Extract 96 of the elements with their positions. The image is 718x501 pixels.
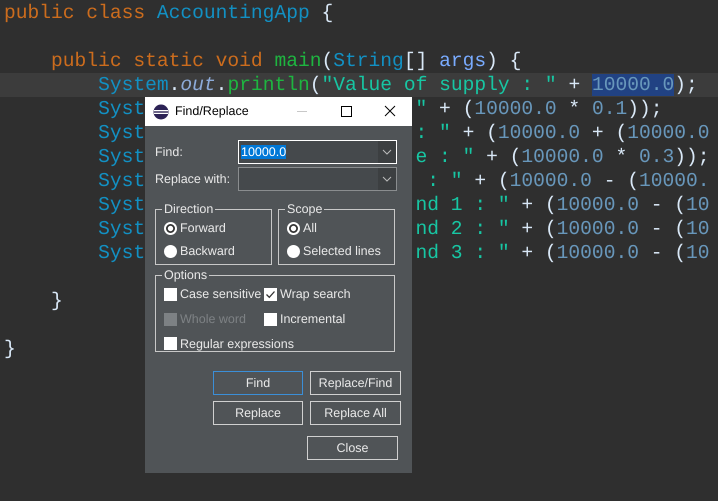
group-title: Scope (286, 203, 324, 216)
radio-button[interactable] (164, 244, 177, 258)
group-title: Options (163, 269, 208, 282)
type-token: System (97, 74, 169, 96)
number-token: 10000.0 (556, 218, 639, 240)
code-text: ) { (486, 50, 522, 72)
close-button[interactable]: Close (307, 436, 398, 460)
code-text: - ( (650, 194, 686, 216)
method-token: main (274, 50, 322, 72)
keyword-token: public class (4, 2, 146, 24)
type-token: Syst (98, 218, 146, 240)
type-token: String (333, 50, 404, 72)
replace-combo-box[interactable] (238, 167, 397, 191)
number-token: 0.1 (592, 98, 628, 120)
number-token: 10000. (638, 170, 710, 192)
code-text: - ( (602, 170, 639, 192)
code-text: } (4, 338, 16, 360)
code-text: + ( (590, 122, 628, 144)
type-token: Syst (98, 122, 146, 144)
code-text: . (216, 74, 228, 96)
type-token: Syst (98, 146, 146, 168)
dialog-button[interactable]: Replace/Find (310, 371, 401, 395)
code-text: ( (310, 74, 322, 96)
number-token: 10000.0 (474, 98, 557, 120)
checkbox-label[interactable]: Case sensitive (180, 285, 262, 304)
code-text: . (168, 74, 180, 96)
field-token: out (180, 74, 216, 96)
number-token: 0.3 (638, 146, 674, 168)
checkbox-label[interactable]: Regular expressions (180, 334, 294, 354)
code-text: * (567, 98, 582, 120)
code-text: ( (322, 50, 334, 72)
string-token: : " (416, 122, 451, 144)
method-token: println (227, 74, 310, 96)
checkbox-label[interactable]: Wrap search (280, 285, 351, 304)
type-token: Syst (98, 98, 146, 120)
number-token: 10 (686, 218, 710, 240)
keyword-token: public static void (50, 50, 264, 72)
number-token: 10 (686, 194, 710, 216)
radio-button[interactable] (287, 244, 300, 258)
radio-button[interactable] (287, 222, 300, 235)
string-token: nd 2 : " (416, 218, 510, 240)
checkbox-label[interactable]: Incremental (280, 310, 346, 328)
code-text: + ( (485, 146, 522, 168)
code-text: { (320, 2, 334, 24)
dialog-button[interactable]: Replace All (310, 401, 401, 425)
code-text: } (50, 290, 63, 312)
number-token: 10000.0 (556, 194, 639, 216)
number-token: 10000.0 (498, 122, 580, 144)
code-text: - ( (650, 218, 686, 240)
number-token: 10000.0 (627, 122, 710, 144)
code-text: + ( (520, 242, 557, 264)
field-label: Replace with: (155, 170, 232, 188)
code-text: - ( (650, 242, 686, 264)
code-text: + ( (473, 170, 510, 192)
string-token: " (416, 98, 428, 120)
window-title: Find/Replace (175, 103, 249, 120)
string-token: nd 1 : " (416, 194, 510, 216)
field-label: Find: (155, 144, 184, 161)
type-token: Syst (98, 242, 146, 264)
dialog-button[interactable]: Find (213, 371, 303, 395)
code-text: + ( (438, 98, 474, 120)
string-token: nd 3 : " (416, 242, 510, 264)
number-token: 10000.0 (521, 146, 604, 168)
code-text: )); (674, 146, 710, 168)
checkbox[interactable] (264, 288, 277, 301)
number-token: 10 (686, 242, 710, 264)
code-text: [] (404, 50, 428, 72)
code-text: )); (627, 98, 662, 120)
parameter-token: args (439, 50, 486, 72)
code-text: + ( (520, 218, 557, 240)
number-token: 10000.0 (510, 170, 592, 192)
type-token: Syst (98, 194, 146, 216)
radio-label[interactable]: Forward (180, 219, 226, 238)
code-text: + ( (520, 194, 557, 216)
code-text: * (614, 146, 628, 168)
type-token: AccountingApp (156, 2, 310, 24)
string-token: "Value of supply : " (322, 74, 557, 96)
group-title: Direction (163, 203, 214, 216)
checkbox[interactable] (164, 288, 177, 301)
number-token: 10000.0 (592, 74, 674, 96)
radio-label[interactable]: Selected lines (303, 242, 381, 260)
code-text: + (567, 74, 582, 96)
code-text: ); (674, 74, 698, 96)
app-icon (153, 104, 169, 120)
code-text: + ( (462, 122, 498, 144)
radio-label[interactable]: Backward (180, 242, 235, 260)
checkbox[interactable] (164, 337, 177, 350)
radio-button[interactable] (164, 222, 177, 235)
string-token: : " (426, 170, 463, 192)
string-token: e : " (416, 146, 474, 168)
type-token: Syst (98, 170, 146, 192)
checkbox[interactable] (264, 312, 277, 326)
find-combo-box[interactable]: 10000.0 (238, 140, 397, 164)
dialog-button[interactable]: Replace (213, 401, 303, 425)
number-token: 10000.0 (556, 242, 639, 264)
radio-label[interactable]: All (303, 219, 317, 238)
